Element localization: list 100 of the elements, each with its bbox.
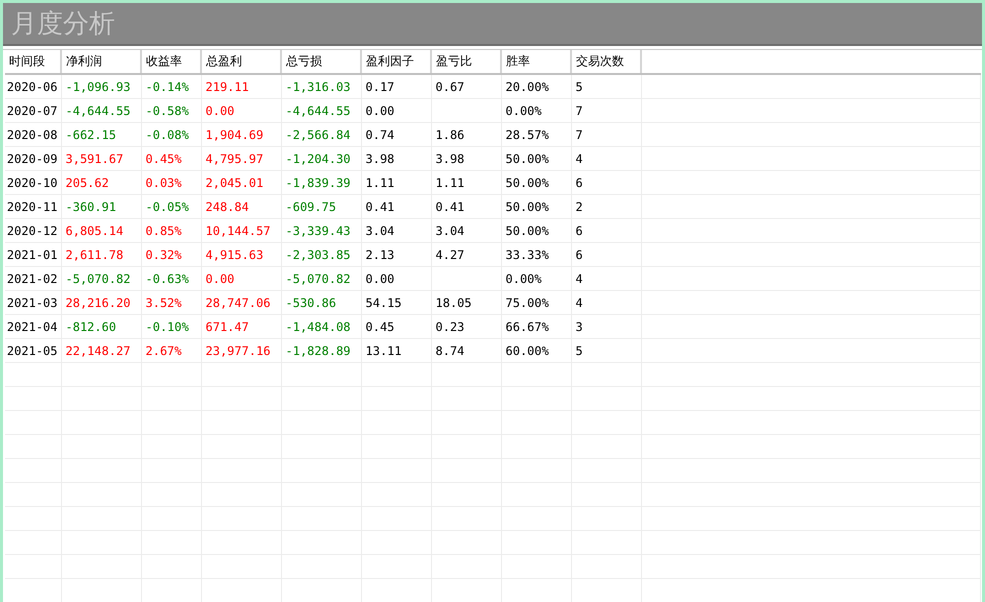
- table-cell: 6,805.14: [66, 224, 124, 238]
- table-cell: 4,795.97: [206, 152, 264, 166]
- table-cell: 0.85%: [146, 224, 182, 238]
- table-cell: 0.23: [436, 320, 464, 334]
- table-cell: 18.05: [436, 296, 472, 310]
- table-cell: 3.98: [436, 152, 464, 166]
- column-header[interactable]: 胜率: [506, 54, 530, 68]
- table-cell: 0.17: [366, 80, 394, 94]
- table-cell: 0.03%: [146, 176, 182, 190]
- column-header[interactable]: 净利润: [66, 54, 102, 68]
- table-cell: 0.32%: [146, 248, 182, 262]
- column-header[interactable]: 总盈利: [206, 54, 242, 68]
- table-cell: 60.00%: [506, 344, 549, 358]
- table-cell: 20.00%: [506, 80, 549, 94]
- table-cell: 22,148.27: [66, 344, 131, 358]
- table-cell: -1,096.93: [66, 80, 131, 94]
- table-cell: 2: [576, 200, 583, 214]
- table-cell: 2020-06: [6, 80, 58, 94]
- table-cell: -662.15: [66, 128, 116, 142]
- table-cell: 2021-05: [6, 344, 58, 358]
- table-cell: 2,045.01: [206, 176, 264, 190]
- table-cell: 54.15: [366, 296, 402, 310]
- table-cell: 2021-03: [6, 296, 58, 310]
- table-cell: 2,611.78: [66, 248, 124, 262]
- table-cell: 4: [576, 272, 583, 286]
- table-cell: 50.00%: [506, 224, 549, 238]
- table-cell: 2020-10: [6, 176, 58, 190]
- table-cell: -609.75: [286, 200, 336, 214]
- table-cell: -0.63%: [146, 272, 189, 286]
- table-cell: 6: [576, 224, 583, 238]
- table-cell: 0.00: [206, 272, 234, 286]
- table-cell: 7: [576, 104, 583, 118]
- column-header[interactable]: 收益率: [146, 54, 182, 68]
- table-cell: 50.00%: [506, 200, 549, 214]
- table-cell: 2021-01: [6, 248, 58, 262]
- table-cell: 1.86: [436, 128, 464, 142]
- table-cell: 3.04: [436, 224, 464, 238]
- table-cell: 6: [576, 248, 583, 262]
- table-cell: 28,747.06: [206, 296, 271, 310]
- table-cell: 23,977.16: [206, 344, 271, 358]
- table-cell: -5,070.82: [66, 272, 131, 286]
- column-header[interactable]: 盈利因子: [366, 54, 414, 68]
- table-cell: 6: [576, 176, 583, 190]
- table-cell: -1,204.30: [286, 152, 351, 166]
- table-cell: 2020-08: [6, 128, 58, 142]
- table-cell: -1,316.03: [286, 80, 351, 94]
- table-cell: 4: [576, 152, 583, 166]
- table-cell: 28.57%: [506, 128, 549, 142]
- table-cell: 50.00%: [506, 152, 549, 166]
- table-cell: -0.10%: [146, 320, 189, 334]
- table-cell: 0.00%: [506, 272, 542, 286]
- column-header[interactable]: 时间段: [9, 54, 45, 68]
- table-cell: 3.98: [366, 152, 394, 166]
- column-header[interactable]: 交易次数: [576, 54, 624, 68]
- table-cell: 5: [576, 344, 583, 358]
- table-cell: 0.00: [366, 104, 394, 118]
- table-cell: -1,828.89: [286, 344, 351, 358]
- column-header[interactable]: 总亏损: [286, 54, 322, 68]
- table-cell: 1.11: [366, 176, 394, 190]
- table-cell: 28,216.20: [66, 296, 131, 310]
- table-cell: 13.11: [366, 344, 402, 358]
- table-cell: -5,070.82: [286, 272, 351, 286]
- table-cell: 0.00: [366, 272, 394, 286]
- table-cell: -4,644.55: [66, 104, 131, 118]
- table-cell: 5: [576, 80, 583, 94]
- table-cell: 3.52%: [146, 296, 182, 310]
- table-cell: -2,303.85: [286, 248, 351, 262]
- table-cell: 0.74: [366, 128, 394, 142]
- table-cell: 4,915.63: [206, 248, 264, 262]
- table-cell: 205.62: [66, 176, 109, 190]
- table-cell: -530.86: [286, 296, 336, 310]
- table-cell: 3.04: [366, 224, 394, 238]
- column-header[interactable]: 盈亏比: [436, 54, 472, 68]
- table-cell: 2020-07: [6, 104, 58, 118]
- table-cell: -3,339.43: [286, 224, 351, 238]
- table-cell: 2021-04: [6, 320, 58, 334]
- table-cell: 2020-12: [6, 224, 58, 238]
- table-cell: 3,591.67: [66, 152, 124, 166]
- table-cell: 248.84: [206, 200, 249, 214]
- table-cell: 0.41: [366, 200, 394, 214]
- table-cell: 50.00%: [506, 176, 549, 190]
- table-cell: -4,644.55: [286, 104, 351, 118]
- window-title: 月度分析: [11, 8, 115, 40]
- table-cell: 2021-02: [6, 272, 58, 286]
- table-cell: 1.11: [436, 176, 464, 190]
- table-cell: -0.14%: [146, 80, 189, 94]
- table-cell: -360.91: [66, 200, 116, 214]
- table-cell: -1,839.39: [286, 176, 351, 190]
- table-cell: 0.41: [436, 200, 464, 214]
- table-cell: 4.27: [436, 248, 464, 262]
- table-cell: 10,144.57: [206, 224, 271, 238]
- table-cell: 2.67%: [146, 344, 182, 358]
- table-cell: -0.05%: [146, 200, 189, 214]
- table-cell: 1,904.69: [206, 128, 264, 142]
- table-cell: 7: [576, 128, 583, 142]
- table-cell: 66.67%: [506, 320, 549, 334]
- table-cell: 2.13: [366, 248, 394, 262]
- table-cell: 33.33%: [506, 248, 549, 262]
- table-cell: 0.00%: [506, 104, 542, 118]
- table-cell: 3: [576, 320, 583, 334]
